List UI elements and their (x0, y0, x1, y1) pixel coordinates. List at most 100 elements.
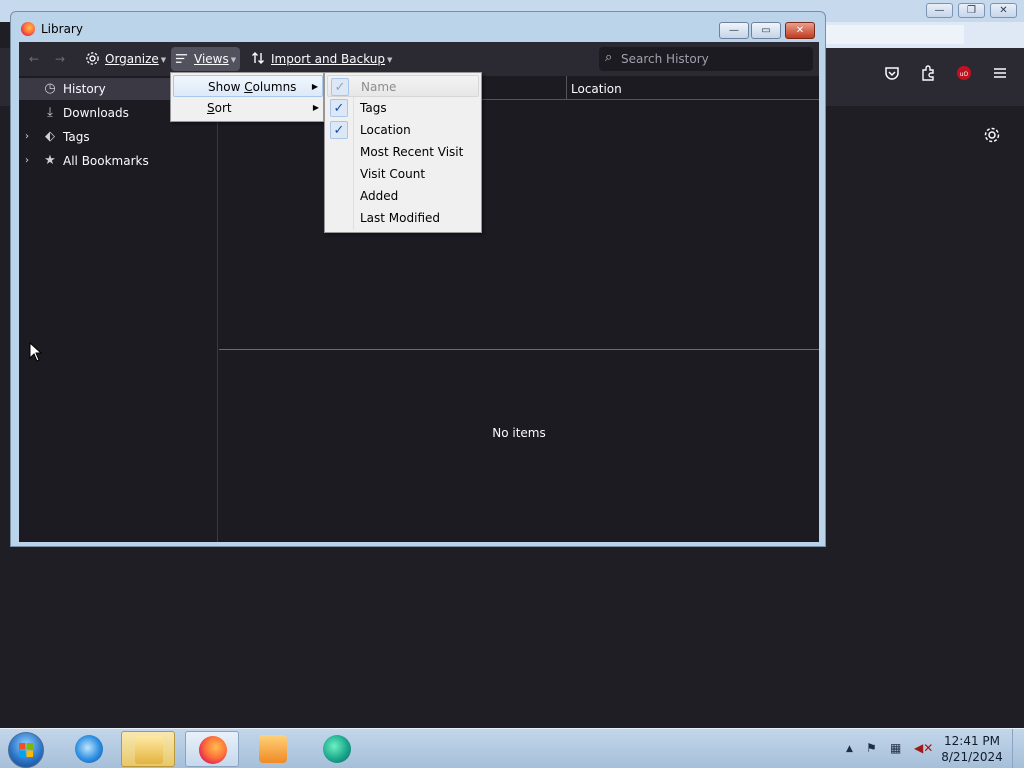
menu-item-label: Sort (207, 97, 232, 119)
action-center-flag-icon[interactable]: ⚑ (866, 741, 877, 755)
import-backup-label: Import and Backup (271, 52, 386, 66)
library-titlebar: Library — ▭ ✕ (11, 12, 825, 42)
edge-icon (323, 735, 351, 763)
tree-item-all-bookmarks[interactable]: › ★ All Bookmarks (19, 150, 218, 172)
browser-close-button[interactable]: ✕ (990, 3, 1017, 18)
download-icon: ⤓ (47, 105, 53, 120)
forward-button[interactable]: → (51, 47, 69, 71)
column-option-label: Visit Count (360, 167, 426, 181)
tree-item-tags[interactable]: › ⬖ Tags (19, 126, 218, 148)
windows-logo-icon (19, 743, 33, 757)
arrow-left-icon: ← (29, 52, 40, 66)
views-menu-item[interactable]: Sort ▶ (173, 97, 323, 119)
firefox-icon (199, 736, 227, 764)
column-header-location[interactable]: Location (571, 76, 622, 100)
browser-minimize-button[interactable]: — (926, 3, 953, 18)
clock-icon: ◷ (44, 81, 56, 96)
details-pane: No items (219, 350, 819, 542)
taskbar-internet-explorer[interactable] (62, 731, 116, 767)
column-option-last-modified[interactable]: Last Modified (327, 207, 479, 229)
ublock-icon[interactable]: uO (954, 65, 974, 85)
column-option-most-recent-visit[interactable]: Most Recent Visit (327, 141, 479, 163)
history-list[interactable] (219, 100, 819, 350)
gear-icon[interactable] (982, 126, 1002, 146)
volume-muted-icon[interactable]: ◀✕ (914, 741, 933, 755)
tray-expand-icon[interactable]: ▲ (846, 744, 853, 754)
column-option-label: Location (360, 123, 411, 137)
tag-icon: ⬖ (45, 129, 55, 144)
submenu-arrow-icon: ▶ (312, 103, 319, 112)
sort-arrows-icon (252, 52, 264, 64)
taskbar-media-player[interactable] (246, 731, 300, 767)
chevron-down-icon: ▼ (387, 56, 393, 64)
column-option-label: Tags (360, 101, 387, 115)
folder-icon (135, 736, 163, 764)
taskbar-firefox[interactable] (185, 731, 239, 767)
checkmark-icon: ✓ (330, 121, 348, 139)
star-icon: ★ (44, 153, 56, 168)
organize-label: Organize (105, 52, 159, 66)
views-label: Views (194, 52, 229, 66)
column-option-name[interactable]: ✓ Name (327, 75, 479, 97)
arrow-right-icon: → (55, 52, 66, 66)
search-box[interactable]: ⌕ (599, 47, 813, 71)
library-close-button[interactable]: ✕ (785, 22, 815, 39)
mouse-cursor-icon (29, 342, 43, 362)
menu-icon[interactable] (990, 65, 1010, 85)
extensions-icon[interactable] (918, 65, 938, 85)
label-suffix: olumns (252, 80, 297, 94)
chevron-right-icon[interactable]: › (25, 150, 35, 172)
checkmark-icon: ✓ (330, 99, 348, 117)
tree-item-label: Downloads (63, 106, 129, 120)
tree-item-label: Tags (63, 130, 90, 144)
organize-button[interactable]: Organize ▼ (81, 47, 170, 71)
column-separator[interactable] (566, 76, 567, 100)
browser-tab-strip (824, 22, 1024, 48)
search-icon: ⌕ (605, 50, 613, 65)
search-input[interactable] (621, 47, 811, 71)
column-option-location[interactable]: ✓ Location (327, 119, 479, 141)
views-menu-item[interactable]: Show Columns ▶ (173, 75, 323, 97)
media-player-icon (259, 735, 287, 763)
column-option-label: Added (360, 189, 399, 203)
browser-restore-button[interactable]: ❐ (958, 3, 985, 18)
clock[interactable]: 12:41 PM 8/21/2024 (940, 733, 1004, 765)
taskbar-file-explorer[interactable] (121, 731, 175, 767)
library-maximize-button[interactable]: ▭ (751, 22, 781, 39)
import-backup-button[interactable]: Import and Backup ▼ (247, 47, 396, 71)
show-desktop-button[interactable] (1012, 729, 1024, 768)
access-key: C (244, 80, 253, 94)
column-option-visit-count[interactable]: Visit Count (327, 163, 479, 185)
chevron-down-icon: ▼ (160, 56, 167, 64)
library-toolbar: ← → Organize ▼ Views ▼ Import and Backup ▼ … (19, 42, 819, 76)
label-suffix: ort (214, 101, 232, 115)
browser-toolbar: uO (824, 48, 1024, 106)
browser-content (824, 106, 1024, 728)
taskbar: ▲ ⚑ ▦ ◀✕ 12:41 PM 8/21/2024 (0, 728, 1024, 768)
clock-date: 8/21/2024 (941, 750, 1003, 764)
column-option-label: Name (361, 80, 397, 94)
checkmark-icon: ✓ (331, 78, 349, 96)
pocket-icon[interactable] (882, 65, 902, 85)
gear-icon (86, 52, 99, 65)
list-icon (175, 54, 188, 63)
tree-item-label: All Bookmarks (63, 154, 149, 168)
submenu-arrow-icon: ▶ (311, 82, 318, 91)
library-minimize-button[interactable]: — (719, 22, 749, 39)
firefox-icon (21, 22, 35, 36)
chevron-right-icon[interactable]: › (25, 126, 35, 148)
svg-text:uO: uO (960, 71, 969, 78)
browser-address-bar[interactable] (826, 25, 964, 44)
menu-item-label: Show Columns (208, 76, 296, 98)
column-option-tags[interactable]: ✓ Tags (327, 97, 479, 119)
column-option-added[interactable]: Added (327, 185, 479, 207)
taskbar-edge[interactable] (310, 731, 364, 767)
network-icon[interactable]: ▦ (890, 741, 901, 755)
back-button[interactable]: ← (25, 47, 43, 71)
label-prefix: Show (208, 80, 245, 94)
start-button[interactable] (8, 732, 44, 768)
library-title: Library (41, 22, 83, 36)
views-button[interactable]: Views ▼ (171, 47, 241, 71)
show-columns-menu: ✓ Name ✓ Tags ✓ Location Most Recent Visit Visi… (324, 72, 482, 233)
tree-item-label: History (63, 82, 106, 96)
